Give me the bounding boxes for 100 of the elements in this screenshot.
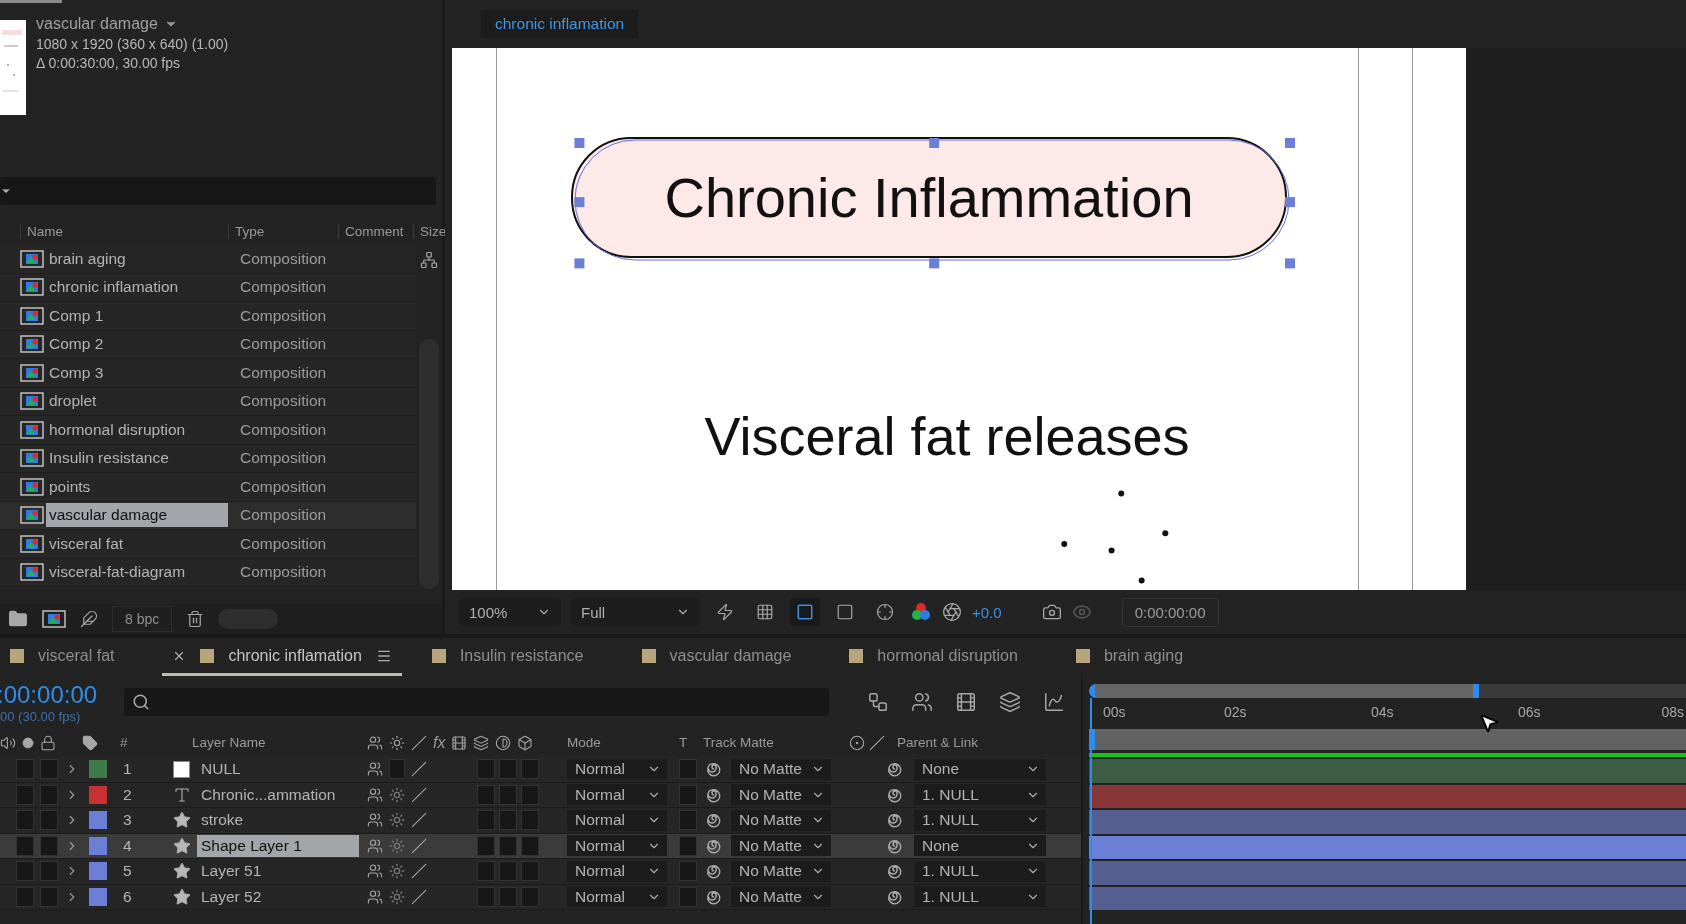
timeline-tab[interactable]: hormonal disruption — [839, 638, 1028, 676]
lock-toggle[interactable] — [40, 835, 58, 856]
composition-tab[interactable]: chronic inflamation — [481, 10, 639, 38]
track-matte-dropdown[interactable]: No Matte — [731, 886, 831, 908]
switch-slot[interactable] — [521, 759, 539, 780]
visibility-toggle[interactable] — [16, 810, 34, 831]
switch-slot[interactable] — [499, 784, 517, 805]
bit-depth-button[interactable]: 8 bpc — [112, 606, 173, 632]
shy-switch[interactable] — [367, 812, 383, 829]
switch-slot[interactable] — [521, 784, 539, 805]
visibility-toggle[interactable] — [16, 784, 34, 805]
mode-dropdown[interactable]: Normal — [567, 835, 667, 857]
layer-row[interactable]: 4 Shape Layer 1 Normal No Matte None — [0, 833, 1081, 859]
label-swatch[interactable] — [89, 836, 107, 855]
layer-name[interactable]: Layer 51 — [197, 860, 359, 883]
current-time[interactable]: :00:00:00 — [0, 680, 100, 709]
shy-switch[interactable] — [367, 837, 383, 854]
preserve-toggle[interactable] — [679, 835, 697, 856]
pick-whip-icon[interactable] — [886, 811, 904, 830]
preserve-toggle[interactable] — [679, 759, 697, 780]
exposure-icon[interactable] — [942, 602, 962, 622]
switch-slot[interactable] — [521, 861, 539, 882]
collapse-switch[interactable] — [389, 888, 405, 905]
mode-dropdown[interactable]: Normal — [567, 809, 667, 831]
layer-duration-bar[interactable] — [1089, 886, 1686, 912]
feather-icon[interactable] — [80, 610, 98, 628]
track-matte-dropdown[interactable]: No Matte — [731, 835, 831, 857]
exposure-value[interactable]: +0.0 — [972, 603, 1002, 621]
quality-switch[interactable] — [411, 837, 427, 854]
lock-toggle[interactable] — [40, 759, 58, 780]
track-matte-dropdown[interactable]: No Matte — [731, 758, 831, 780]
layer-duration-bar[interactable] — [1089, 759, 1686, 785]
track-matte-dropdown[interactable]: No Matte — [731, 860, 831, 882]
layer-name[interactable]: Chronic...ammation — [197, 783, 359, 806]
layer-row[interactable]: 6 Layer 52 Normal No Matte 1. NULL — [0, 884, 1081, 910]
quality-switch[interactable] — [411, 812, 427, 829]
pick-whip-icon[interactable] — [705, 760, 723, 779]
shy-switch[interactable] — [367, 863, 383, 880]
switch-slot[interactable] — [389, 759, 405, 780]
switch-slot[interactable] — [477, 861, 495, 882]
switch-slot[interactable] — [477, 835, 495, 856]
switch-slot[interactable] — [499, 810, 517, 831]
preserve-toggle[interactable] — [679, 886, 697, 907]
preserve-toggle[interactable] — [679, 810, 697, 831]
switch-slot[interactable] — [521, 810, 539, 831]
transform-handle[interactable] — [574, 138, 585, 148]
label-swatch[interactable] — [89, 811, 107, 830]
switch-slot[interactable] — [521, 835, 539, 856]
layer-row[interactable]: 3 stroke Normal No Matte 1. NULL — [0, 808, 1081, 834]
parent-dropdown[interactable]: 1. NULL — [914, 809, 1046, 831]
pick-whip-icon[interactable] — [705, 862, 723, 881]
timeline-tab[interactable]: visceral fat — [0, 638, 125, 676]
switch-slot[interactable] — [499, 759, 517, 780]
mode-dropdown[interactable]: Normal — [567, 886, 667, 908]
quality-switch[interactable] — [411, 786, 427, 803]
parent-dropdown[interactable]: 1. NULL — [914, 784, 1046, 806]
timeline-tab[interactable]: Insulin resistance — [421, 638, 594, 676]
column-header[interactable]: Type — [228, 224, 338, 239]
pick-whip-icon[interactable] — [886, 760, 904, 779]
motion-blur-icon[interactable] — [999, 691, 1021, 713]
visibility-toggle[interactable] — [16, 759, 34, 780]
layer-name[interactable]: Layer 52 — [197, 885, 359, 908]
lock-toggle[interactable] — [40, 886, 58, 907]
folder-icon[interactable] — [8, 609, 28, 629]
label-swatch[interactable] — [89, 887, 107, 906]
parent-dropdown[interactable]: 1. NULL — [914, 886, 1046, 908]
lock-toggle[interactable] — [40, 861, 58, 882]
column-header[interactable]: Name — [20, 224, 228, 239]
resolution-dropdown[interactable]: Full — [571, 598, 700, 626]
parent-dropdown[interactable]: None — [914, 758, 1046, 780]
snapshot-icon[interactable] — [1041, 602, 1062, 622]
zoom-dropdown[interactable]: 100% — [459, 598, 561, 626]
eye-icon[interactable] — [1071, 602, 1092, 622]
switch-slot[interactable] — [499, 886, 517, 907]
switch-slot[interactable] — [499, 861, 517, 882]
graph-editor-icon[interactable] — [1043, 691, 1065, 713]
shy-switch[interactable] — [367, 888, 383, 905]
quality-switch[interactable] — [411, 888, 427, 905]
label-swatch[interactable] — [89, 862, 107, 881]
region-of-interest-icon[interactable] — [790, 598, 820, 626]
layer-search-field[interactable] — [124, 688, 829, 716]
visibility-toggle[interactable] — [16, 861, 34, 882]
parent-dropdown[interactable]: 1. NULL — [914, 860, 1046, 882]
layer-row[interactable]: 5 Layer 51 Normal No Matte 1. NULL — [0, 859, 1081, 885]
switch-slot[interactable] — [477, 784, 495, 805]
color-channels-icon[interactable] — [910, 602, 932, 622]
preserve-toggle[interactable] — [679, 784, 697, 805]
search-field[interactable] — [0, 177, 436, 205]
timeline-tab[interactable]: chronic inflamation — [162, 638, 402, 676]
switch-slot[interactable] — [521, 886, 539, 907]
trash-icon[interactable] — [186, 610, 205, 628]
pick-whip-icon[interactable] — [705, 811, 723, 830]
collapse-switch[interactable] — [389, 837, 405, 854]
parent-dropdown[interactable]: None — [914, 835, 1046, 857]
transform-handle[interactable] — [574, 258, 585, 269]
flowchart-icon[interactable] — [867, 691, 889, 713]
mode-dropdown[interactable]: Normal — [567, 758, 667, 780]
layer-duration-bar[interactable] — [1089, 810, 1686, 836]
mode-dropdown[interactable]: Normal — [567, 860, 667, 882]
switch-slot[interactable] — [499, 835, 517, 856]
